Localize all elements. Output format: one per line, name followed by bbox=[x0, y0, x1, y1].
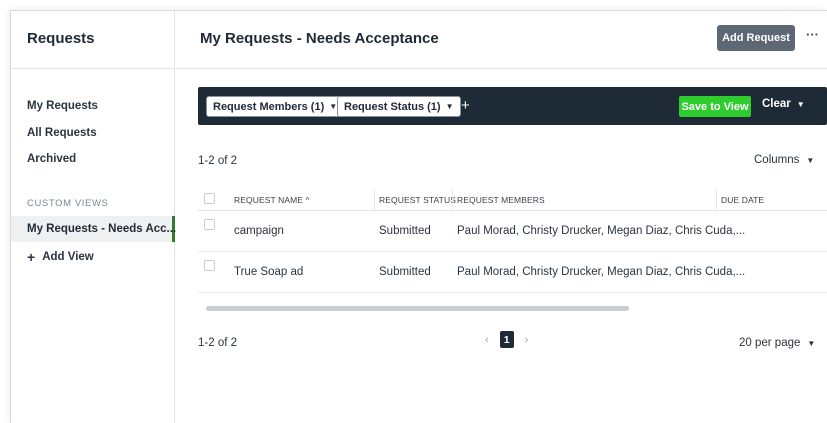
select-all-checkbox[interactable] bbox=[204, 193, 215, 204]
sidebar-item-archived[interactable]: Archived bbox=[27, 153, 76, 165]
add-request-button[interactable]: Add Request bbox=[717, 25, 795, 51]
column-header-request-name[interactable]: REQUEST NAME ^ bbox=[234, 195, 310, 205]
filter-chip-request-status[interactable]: Request Status (1) ▼ bbox=[337, 96, 461, 117]
cell-request-name[interactable]: True Soap ad bbox=[234, 266, 303, 278]
column-header-request-members[interactable]: REQUEST MEMBERS bbox=[457, 195, 545, 205]
page-1-button[interactable]: 1 bbox=[499, 331, 514, 348]
chevron-down-icon: ▼ bbox=[807, 338, 816, 348]
more-options-icon[interactable]: ··· bbox=[806, 27, 819, 42]
cell-request-status: Submitted bbox=[379, 225, 431, 237]
column-header-due-date[interactable]: DUE DATE bbox=[721, 195, 764, 205]
custom-views-heading: CUSTOM VIEWS bbox=[27, 198, 109, 209]
plus-icon: + bbox=[27, 249, 36, 265]
chevron-down-icon: ▼ bbox=[806, 155, 815, 165]
sidebar-item-all-requests[interactable]: All Requests bbox=[27, 127, 97, 139]
horizontal-scrollbar[interactable] bbox=[206, 306, 629, 311]
table-row[interactable]: True Soap ad Submitted Paul Morad, Chris… bbox=[198, 252, 827, 293]
cell-request-status: Submitted bbox=[379, 266, 431, 278]
result-count: 1-2 of 2 bbox=[198, 155, 237, 167]
requests-table: REQUEST NAME ^ REQUEST STATUS REQUEST ME… bbox=[198, 189, 827, 293]
filter-chip-label: Request Members (1) bbox=[213, 100, 325, 113]
table-header: REQUEST NAME ^ REQUEST STATUS REQUEST ME… bbox=[198, 189, 827, 211]
columns-button[interactable]: Columns ▼ bbox=[754, 154, 814, 166]
row-checkbox[interactable] bbox=[204, 219, 215, 230]
cell-request-members: Paul Morad, Christy Drucker, Megan Diaz,… bbox=[457, 266, 746, 278]
chevron-down-icon: ▼ bbox=[329, 102, 338, 111]
save-to-view-button[interactable]: Save to View bbox=[679, 96, 751, 117]
table-row[interactable]: campaign Submitted Paul Morad, Christy D… bbox=[198, 211, 827, 252]
filter-chip-request-members[interactable]: Request Members (1) ▼ bbox=[206, 96, 345, 117]
chevron-down-icon: ▼ bbox=[445, 102, 454, 111]
cell-request-name[interactable]: campaign bbox=[234, 225, 284, 237]
sidebar-title: Requests bbox=[27, 30, 95, 47]
clear-button[interactable]: Clear ▼ bbox=[762, 98, 805, 110]
per-page-select[interactable]: 20 per page ▼ bbox=[739, 337, 815, 349]
divider bbox=[11, 68, 175, 69]
sidebar-item-active-view[interactable]: My Requests - Needs Acc... bbox=[11, 216, 177, 242]
cell-request-members: Paul Morad, Christy Drucker, Megan Diaz,… bbox=[457, 225, 746, 237]
clear-label: Clear bbox=[762, 98, 791, 110]
sidebar: Requests My Requests All Requests Archiv… bbox=[11, 11, 177, 423]
divider bbox=[176, 68, 827, 69]
pagination: ‹ 1 › bbox=[485, 331, 528, 348]
main-panel: My Requests - Needs Acceptance Add Reque… bbox=[176, 11, 827, 423]
column-header-label: REQUEST NAME bbox=[234, 195, 304, 205]
add-view-button[interactable]: + Add View bbox=[27, 250, 94, 264]
next-page-icon[interactable]: › bbox=[525, 334, 529, 346]
filter-chip-label: Request Status (1) bbox=[344, 100, 441, 113]
column-divider bbox=[716, 189, 717, 211]
add-filter-icon[interactable]: + bbox=[461, 97, 470, 114]
column-divider bbox=[452, 189, 453, 211]
column-header-request-status[interactable]: REQUEST STATUS bbox=[379, 195, 456, 205]
sort-ascending-icon: ^ bbox=[305, 195, 310, 205]
requests-app: Requests My Requests All Requests Archiv… bbox=[10, 10, 827, 423]
filter-bar: Request Members (1) ▼ Request Status (1)… bbox=[198, 87, 827, 125]
column-divider bbox=[374, 189, 375, 211]
row-checkbox[interactable] bbox=[204, 260, 215, 271]
columns-label: Columns bbox=[754, 154, 800, 166]
per-page-label: 20 per page bbox=[739, 337, 801, 349]
add-view-label: Add View bbox=[42, 251, 94, 263]
chevron-down-icon: ▼ bbox=[796, 99, 805, 109]
result-count-bottom: 1-2 of 2 bbox=[198, 337, 237, 349]
active-view-label: My Requests - Needs Acc... bbox=[27, 223, 177, 235]
page-title: My Requests - Needs Acceptance bbox=[200, 30, 439, 47]
sidebar-item-my-requests[interactable]: My Requests bbox=[27, 100, 98, 112]
previous-page-icon[interactable]: ‹ bbox=[485, 334, 489, 346]
